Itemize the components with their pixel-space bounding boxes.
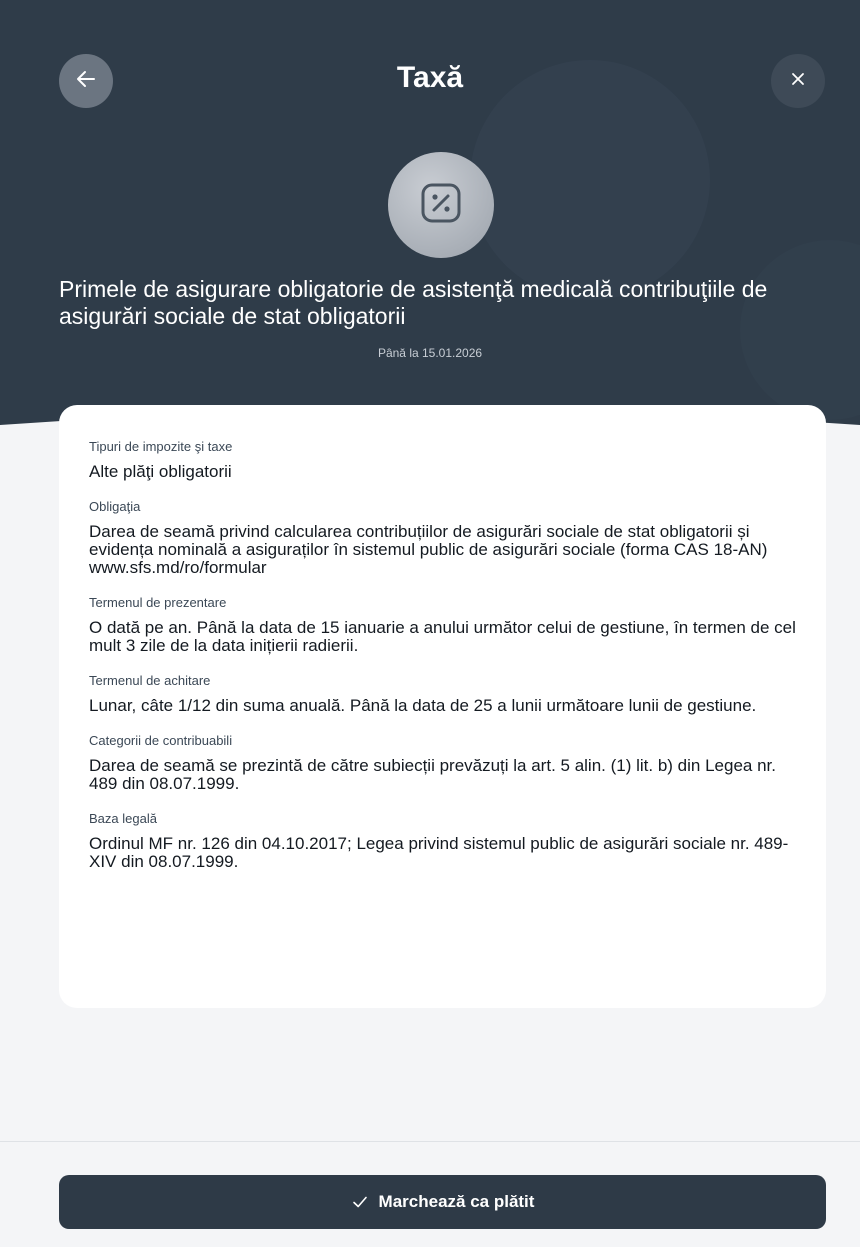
detail-value: Ordinul MF nr. 126 din 04.10.2017; Legea…	[89, 834, 789, 871]
detail-submission-term: Termenul de prezentare O dată pe an. Pân…	[89, 595, 796, 655]
detail-obligation: Obligaţia Darea de seamă privind calcula…	[89, 499, 796, 577]
page-title: Taxă	[396, 61, 464, 94]
percent-badge-icon	[418, 180, 464, 231]
mark-paid-label: Marchează ca plătit	[378, 1192, 535, 1211]
detail-tax-type: Tipuri de impozite şi taxe Alte plăţi ob…	[89, 439, 796, 481]
check-icon	[351, 1193, 369, 1211]
close-button[interactable]	[771, 54, 825, 108]
detail-value: Alte plăţi obligatorii	[89, 462, 232, 481]
detail-label: Termenul de achitare	[89, 673, 211, 688]
detail-value: Lunar, câte 1/12 din suma anuală. Până l…	[89, 696, 757, 715]
detail-label: Tipuri de impozite şi taxe	[89, 439, 233, 454]
tax-deadline: Până la 15.01.2026	[377, 346, 483, 360]
back-button[interactable]	[59, 54, 113, 108]
close-icon	[790, 71, 806, 92]
tax-subject: Primele de asigurare obligatorie de asis…	[59, 276, 768, 329]
detail-value: Darea de seamă privind calcularea contri…	[89, 522, 768, 577]
detail-value: O dată pe an. Până la data de 15 ianuari…	[89, 618, 796, 655]
detail-value: Darea de seamă se prezintă de către subi…	[89, 756, 776, 793]
tax-detail-screen: Taxă Primele de asigurare obligatorie de…	[0, 0, 860, 1247]
details-card: Tipuri de impozite şi taxe Alte plăţi ob…	[59, 405, 826, 1008]
detail-label: Obligaţia	[89, 499, 141, 514]
detail-taxpayer-categories: Categorii de contribuabili Darea de seam…	[89, 733, 796, 793]
tax-badge	[388, 152, 494, 258]
detail-label: Termenul de prezentare	[89, 595, 227, 610]
detail-label: Baza legală	[89, 811, 157, 826]
mark-paid-button[interactable]: Marchează ca plătit	[59, 1175, 826, 1229]
arrow-left-icon	[75, 68, 97, 95]
detail-payment-term: Termenul de achitare Lunar, câte 1/12 di…	[89, 673, 796, 715]
detail-label: Categorii de contribuabili	[89, 733, 233, 748]
detail-legal-basis: Baza legală Ordinul MF nr. 126 din 04.10…	[89, 811, 796, 871]
